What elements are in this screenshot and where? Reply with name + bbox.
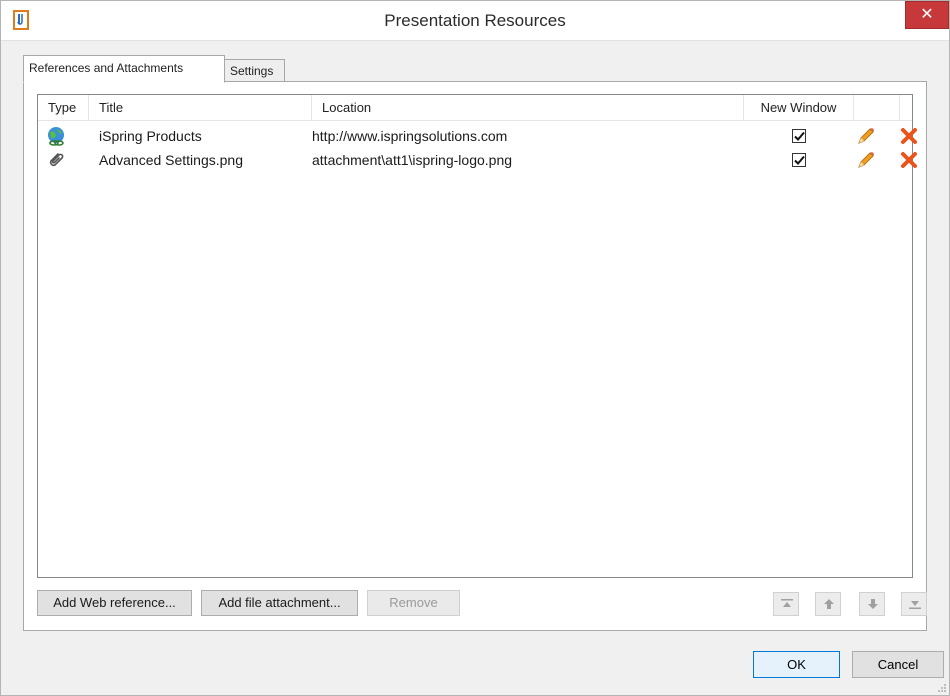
cancel-button[interactable]: Cancel	[852, 651, 944, 678]
globe-link-icon	[48, 127, 64, 146]
resource-title: iSpring Products	[99, 128, 202, 144]
resources-list[interactable]: Type Title Location New Window iSpring P…	[37, 94, 917, 578]
pencil-edit-icon[interactable]	[856, 126, 876, 146]
move-to-bottom-button[interactable]	[901, 592, 927, 616]
tab-settings[interactable]: Settings	[224, 59, 285, 82]
list-header: Type Title Location New Window	[38, 95, 912, 121]
references-panel: Type Title Location New Window iSpring P…	[23, 81, 927, 631]
move-top-icon	[781, 599, 793, 607]
ok-button[interactable]: OK	[753, 651, 840, 678]
add-web-reference-button[interactable]: Add Web reference...	[37, 590, 192, 616]
move-to-top-button[interactable]	[773, 592, 799, 616]
tab-label: Settings	[230, 64, 274, 78]
close-icon: ✕	[920, 6, 934, 23]
close-button[interactable]: ✕	[905, 1, 949, 29]
title-bar: Presentation Resources ✕	[1, 1, 949, 41]
paperclip-icon	[49, 153, 64, 167]
column-header-edit	[854, 95, 900, 121]
move-down-button[interactable]	[859, 592, 885, 616]
delete-x-icon[interactable]	[900, 151, 918, 169]
table-row[interactable]: Advanced Settings.png attachment\att1\is…	[38, 148, 917, 172]
resource-location: http://www.ispringsolutions.com	[312, 128, 508, 144]
column-header-new-window[interactable]: New Window	[744, 95, 854, 121]
new-window-checkbox[interactable]	[792, 153, 806, 167]
table-row[interactable]: iSpring Products http://www.ispringsolut…	[38, 124, 917, 148]
resize-grip-icon[interactable]	[937, 683, 947, 693]
check-mark-icon	[794, 131, 805, 141]
check-mark-icon	[794, 155, 805, 165]
move-bottom-icon	[909, 601, 921, 609]
window-title: Presentation Resources	[384, 11, 566, 30]
move-up-button[interactable]	[815, 592, 841, 616]
pencil-edit-icon[interactable]	[856, 150, 876, 170]
tab-references-and-attachments[interactable]: References and Attachments	[23, 55, 225, 83]
arrow-up-icon	[824, 599, 834, 609]
column-header-location[interactable]: Location	[312, 95, 744, 121]
column-header-delete	[900, 95, 912, 121]
column-header-title[interactable]: Title	[89, 95, 312, 121]
presentation-resources-dialog: Presentation Resources ✕ References and …	[0, 0, 950, 696]
column-header-type[interactable]: Type	[38, 95, 89, 121]
new-window-checkbox[interactable]	[792, 129, 806, 143]
delete-x-icon[interactable]	[900, 127, 918, 145]
arrow-down-icon	[868, 599, 878, 609]
tab-label: References and Attachments	[29, 61, 184, 75]
add-file-attachment-button[interactable]: Add file attachment...	[201, 590, 358, 616]
resource-location: attachment\att1\ispring-logo.png	[312, 152, 513, 168]
remove-button[interactable]: Remove	[367, 590, 460, 616]
resource-title: Advanced Settings.png	[99, 152, 243, 168]
